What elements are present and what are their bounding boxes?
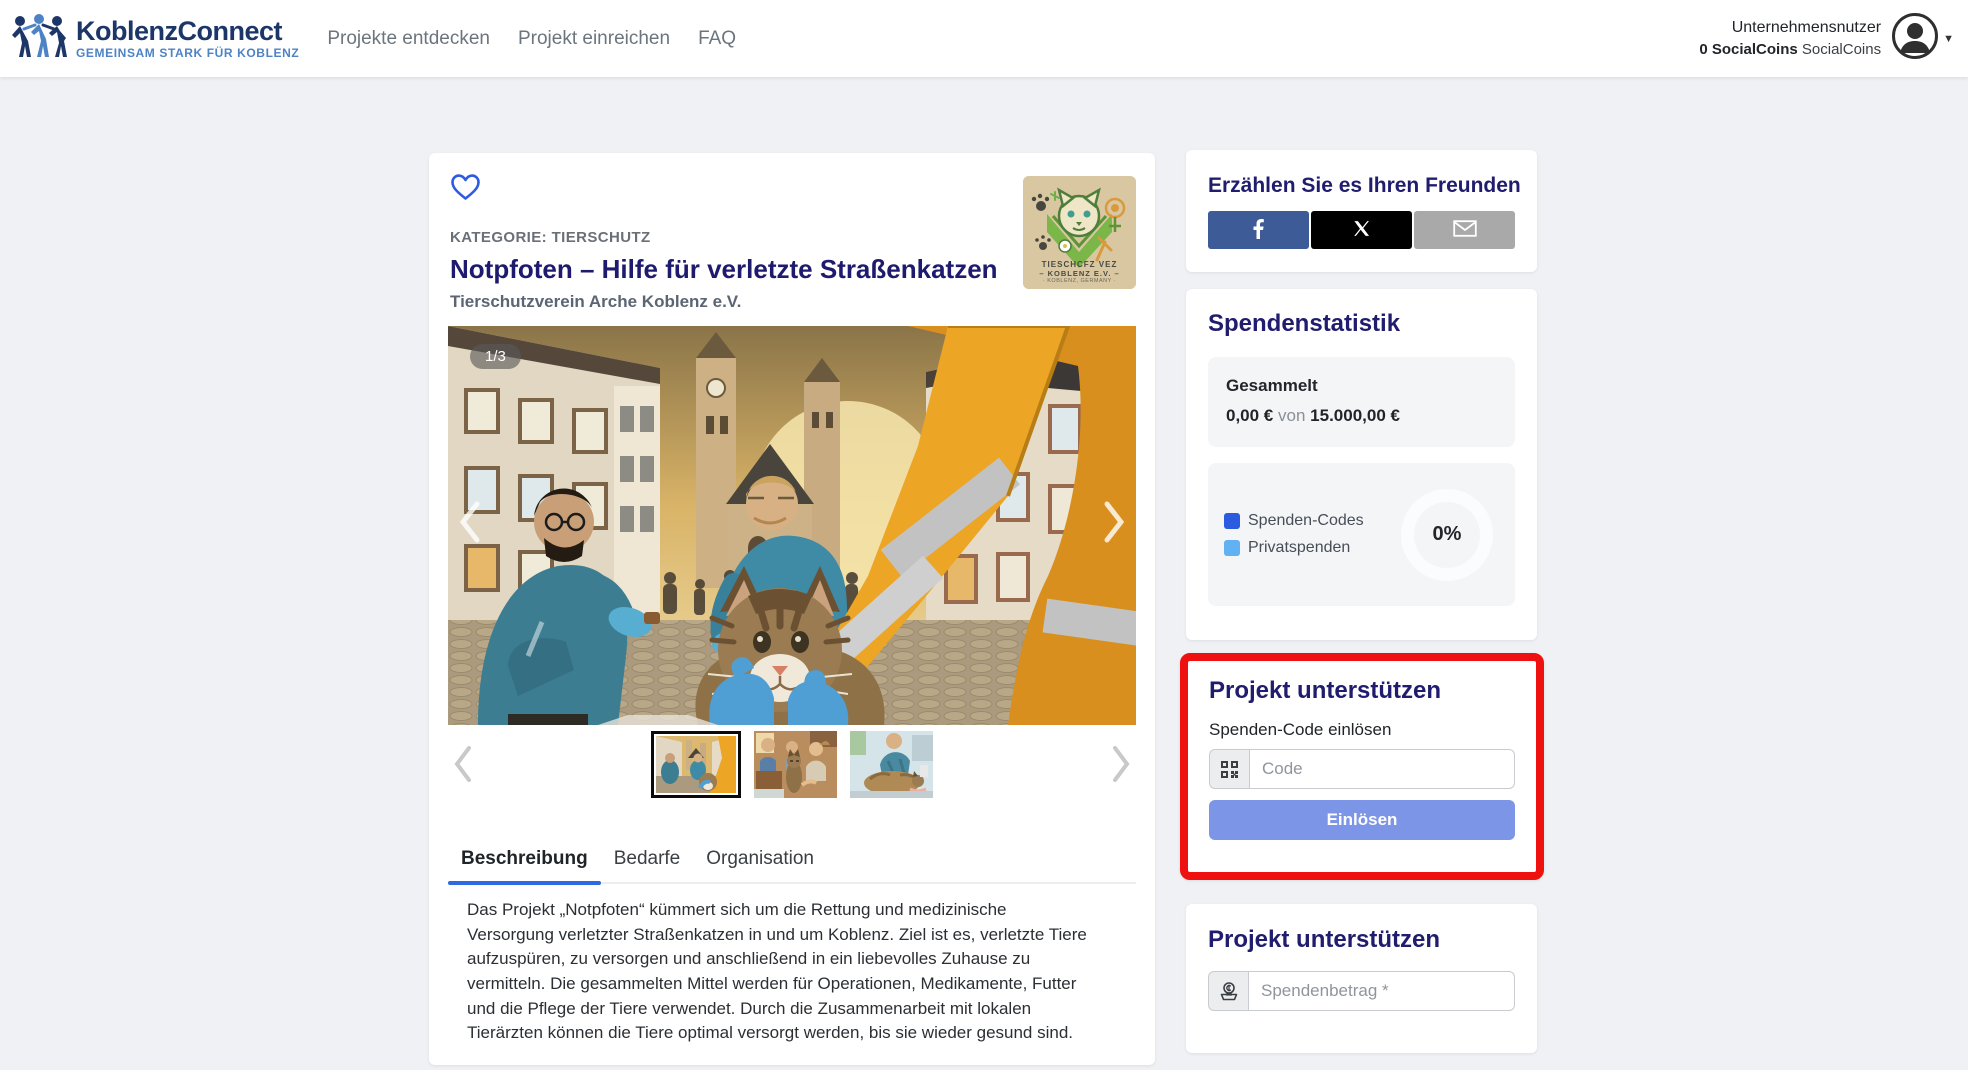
project-tabs: Beschreibung Bedarfe Organisation xyxy=(448,840,1136,884)
nav-faq[interactable]: FAQ xyxy=(698,28,736,50)
thumbnails-next-arrow[interactable] xyxy=(1106,739,1136,789)
thumbnail-family-with-cat[interactable] xyxy=(754,731,837,798)
qr-code-icon xyxy=(1209,749,1249,789)
redeem-code-label: Spenden-Code einlösen xyxy=(1209,720,1515,740)
brand-name: KoblenzConnect xyxy=(76,17,299,45)
thumbnail-vet-treatment[interactable] xyxy=(850,731,933,798)
donation-icon xyxy=(1208,971,1248,1011)
collected-value: 0,00 € xyxy=(1226,406,1273,425)
nav-projekt-einreichen[interactable]: Projekt einreichen xyxy=(518,28,670,50)
project-organization: Tierschutzverein Arche Koblenz e.V. xyxy=(450,292,741,312)
support-code-title: Projekt unterstützen xyxy=(1209,677,1515,705)
image-counter-badge: 1/3 xyxy=(470,344,521,369)
legend-row-spenden-codes: Spenden-Codes xyxy=(1224,512,1401,530)
brand-tagline: GEMEINSAM STARK FÜR KOBLENZ xyxy=(76,47,299,60)
organization-logo-image: TIESCHCFZ VEZ – KOBLENZ E.V. – · KOBLENZ… xyxy=(1023,176,1136,289)
legend-row-privatspenden: Privatspenden xyxy=(1224,539,1401,557)
collected-label: Gesammelt xyxy=(1226,376,1497,396)
donation-chart-box: Spenden-Codes Privatspenden 0% xyxy=(1208,463,1515,606)
user-name: Unternehmensnutzer xyxy=(1699,16,1881,39)
user-account-area: Unternehmensnutzer 0 SocialCoins SocialC… xyxy=(1699,12,1954,65)
brand-logo[interactable]: KoblenzConnect GEMEINSAM STARK FÜR KOBLE… xyxy=(10,13,299,64)
collected-box: Gesammelt 0,00 € von 15.000,00 € xyxy=(1208,357,1515,447)
tab-beschreibung[interactable]: Beschreibung xyxy=(448,840,601,882)
people-logo-icon xyxy=(10,13,68,64)
envelope-icon xyxy=(1453,220,1477,240)
project-detail-card: KATEGORIE: TIERSCHUTZ Notpfoten – Hilfe … xyxy=(429,153,1155,1065)
carousel-thumbnails xyxy=(448,731,1136,798)
donation-amount-input[interactable] xyxy=(1248,971,1515,1011)
share-card: Erzählen Sie es Ihren Freunden xyxy=(1186,150,1537,272)
project-category: KATEGORIE: TIERSCHUTZ xyxy=(450,229,651,246)
carousel-prev-arrow[interactable] xyxy=(452,494,488,550)
share-facebook-button[interactable] xyxy=(1208,211,1309,249)
account-menu-button[interactable]: ▼ xyxy=(1891,12,1954,65)
donation-statistics-card: Spendenstatistik Gesammelt 0,00 € von 15… xyxy=(1186,289,1537,640)
legend-label-spenden-codes: Spenden-Codes xyxy=(1248,512,1364,530)
org-logo-text-1: TIESCHCFZ VEZ xyxy=(1023,260,1136,269)
main-nav: Projekte entdecken Projekt einreichen FA… xyxy=(327,28,736,50)
avatar-icon xyxy=(1891,12,1939,65)
thumbnail-street-rescue[interactable] xyxy=(651,731,741,798)
coins-suffix: SocialCoins xyxy=(1802,41,1881,58)
carousel-next-arrow[interactable] xyxy=(1096,494,1132,550)
collected-connector: von xyxy=(1278,406,1305,425)
goal-value: 15.000,00 € xyxy=(1310,406,1400,425)
support-code-card-highlighted: Projekt unterstützen Spenden-Code einlös… xyxy=(1180,653,1544,880)
legend-label-privatspenden: Privatspenden xyxy=(1248,539,1350,557)
facebook-icon xyxy=(1253,219,1264,242)
legend-swatch-spenden-codes xyxy=(1224,513,1240,529)
chart-legend: Spenden-Codes Privatspenden xyxy=(1224,512,1401,557)
project-description-text: Das Projekt „Notpfoten“ kümmert sich um … xyxy=(448,898,1092,1046)
tab-organisation[interactable]: Organisation xyxy=(693,840,827,882)
support-donation-card: Projekt unterstützen xyxy=(1186,904,1537,1053)
collected-amounts: 0,00 € von 15.000,00 € xyxy=(1226,406,1497,426)
redeem-button[interactable]: Einlösen xyxy=(1209,800,1515,840)
share-email-button[interactable] xyxy=(1414,211,1515,249)
support-donation-title: Projekt unterstützen xyxy=(1208,926,1515,954)
x-icon xyxy=(1353,220,1370,240)
project-photo-street-rescue xyxy=(448,326,1136,725)
project-title: Notpfoten – Hilfe für verletzte Straßenk… xyxy=(450,254,998,285)
legend-swatch-privatspenden xyxy=(1224,540,1240,556)
donut-percentage: 0% xyxy=(1433,523,1462,546)
code-input[interactable] xyxy=(1249,749,1515,789)
top-navigation-bar: KoblenzConnect GEMEINSAM STARK FÜR KOBLE… xyxy=(0,0,1968,77)
project-image-carousel: 1/3 xyxy=(448,326,1136,725)
chevron-down-icon: ▼ xyxy=(1943,33,1954,45)
nav-projekte-entdecken[interactable]: Projekte entdecken xyxy=(327,28,490,50)
favorite-heart-icon[interactable] xyxy=(450,173,481,206)
share-card-title: Erzählen Sie es Ihren Freunden xyxy=(1208,174,1515,198)
project-description: Das Projekt „Notpfoten“ kümmert sich um … xyxy=(448,898,1136,1046)
org-logo-text-2: – KOBLENZ E.V. – xyxy=(1023,269,1136,278)
share-x-button[interactable] xyxy=(1311,211,1412,249)
donation-donut-chart: 0% xyxy=(1401,489,1493,581)
tab-bedarfe[interactable]: Bedarfe xyxy=(601,840,694,882)
statistics-title: Spendenstatistik xyxy=(1208,310,1515,338)
org-logo-text-3: · KOBLENZ, GERMANY · xyxy=(1023,278,1136,284)
coins-balance: 0 SocialCoins xyxy=(1699,41,1797,58)
user-coins: 0 SocialCoins SocialCoins xyxy=(1699,39,1881,61)
